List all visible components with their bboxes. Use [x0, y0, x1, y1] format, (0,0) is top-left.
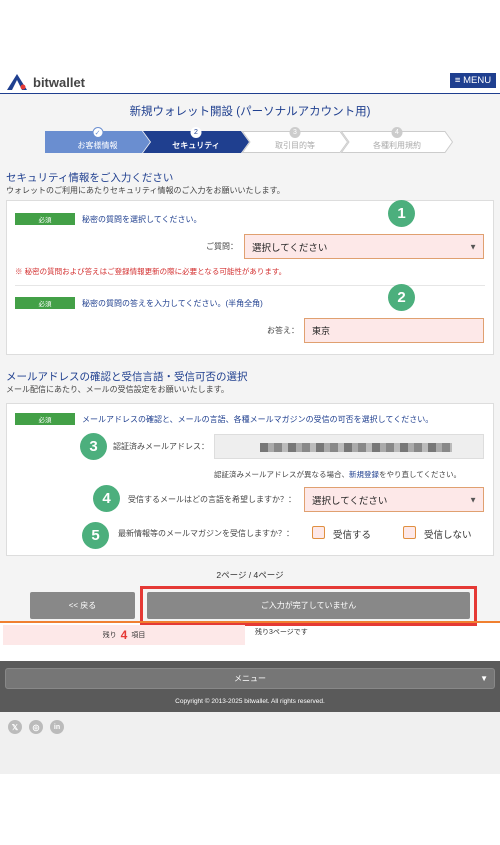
- step-label: 取引目的等: [275, 141, 315, 150]
- mail-language-value: 選択してください: [312, 495, 388, 507]
- step-4: 4 各種利用規約: [341, 127, 453, 153]
- logo[interactable]: bitwallet: [6, 72, 85, 92]
- email-note: 認証済みメールアドレスが異なる場合、新規登録をやり直してください。: [214, 469, 461, 480]
- annotation-marker-4: 4: [93, 485, 120, 512]
- secret-question-value: 選択してください: [252, 242, 328, 254]
- menu-button[interactable]: ≡ MENU: [450, 73, 496, 88]
- mail-section-title: メールアドレスの確認と受信言語・受信可否の選択: [6, 371, 248, 383]
- required-badge: 必須: [15, 213, 75, 225]
- re-register-link[interactable]: 新規登録: [349, 470, 379, 479]
- step-number: 2: [190, 127, 202, 138]
- submit-button[interactable]: ご入力が完了していません: [147, 592, 470, 619]
- back-button[interactable]: << 戻る: [30, 592, 135, 619]
- newsletter-no-label[interactable]: 受信しない: [424, 527, 472, 541]
- header-top-blank: [0, 0, 500, 70]
- annotation-marker-3: 3: [80, 433, 107, 460]
- annotation-marker-1: 1: [388, 200, 415, 227]
- step-check-icon: ✓: [92, 127, 103, 138]
- instagram-icon[interactable]: ◎: [29, 720, 43, 734]
- footer-menu-select[interactable]: メニュー ▼: [5, 668, 495, 689]
- copyright: Copyright © 2013-2025 bitwallet. All rig…: [175, 698, 325, 705]
- logo-text: bitwallet: [33, 74, 86, 90]
- progress-steps: ✓ お客様情報 2 セキュリティ 3 取引目的等 4 各種利用規約: [45, 127, 455, 153]
- x-twitter-icon[interactable]: 𝕏: [8, 720, 22, 734]
- step-number: 4: [391, 127, 403, 138]
- mail-language-select[interactable]: 選択してください ▼: [304, 487, 484, 512]
- pagination: 2ページ / 4ページ: [216, 570, 284, 580]
- step-number: 3: [289, 127, 301, 138]
- remaining-post: 項目: [131, 632, 146, 639]
- progress-divider: [0, 621, 500, 623]
- linkedin-icon[interactable]: in: [50, 720, 64, 734]
- step-1: ✓ お客様情報: [45, 127, 150, 153]
- question-label: ご質問：: [206, 242, 238, 251]
- step-label: セキュリティ: [172, 141, 220, 150]
- email-blurred-value: [260, 443, 452, 452]
- social-area: [0, 712, 500, 774]
- newsletter-yes-checkbox[interactable]: [312, 526, 325, 539]
- footer-menu-label: メニュー: [234, 674, 266, 683]
- required-badge: 必須: [15, 297, 75, 309]
- question-select-prompt: 秘密の質問を選択してください。: [82, 215, 202, 224]
- email-note-text-end: をやり直してください。: [379, 470, 462, 479]
- step-label: 各種利用規約: [373, 141, 421, 150]
- mail-language-label: 受信するメールはどの言語を希望しますか？：: [128, 495, 296, 504]
- security-section-desc: ウォレットのご利用にあたりセキュリティ情報のご入力をお願いいたします。: [6, 186, 285, 195]
- chevron-down-icon: ▼: [480, 674, 488, 683]
- required-badge: 必須: [15, 413, 75, 425]
- divider: [15, 285, 485, 286]
- newsletter-yes-label[interactable]: 受信する: [333, 527, 371, 541]
- mail-settings-prompt: メールアドレスの確認と、メールの言語、各種メールマガジンの受信の可否を選択してく…: [82, 415, 434, 424]
- mail-section-desc: メール配信にあたり、メールの受信設定をお願いいたします。: [6, 385, 229, 394]
- annotation-marker-5: 5: [82, 522, 109, 549]
- remaining-items: 残り 4 項目: [3, 625, 245, 645]
- verified-email-label: 認証済みメールアドレス：: [113, 442, 209, 451]
- security-section-title: セキュリティ情報をご入力ください: [6, 172, 174, 184]
- step-2: 2 セキュリティ: [143, 127, 249, 153]
- secret-question-select[interactable]: 選択してください ▼: [244, 234, 484, 259]
- remaining-pages: 残り3ページです: [255, 629, 308, 636]
- remaining-count: 4: [120, 628, 128, 642]
- answer-input-prompt: 秘密の質問の答えを入力してください。(半角全角): [82, 299, 263, 308]
- newsletter-no-checkbox[interactable]: [403, 526, 416, 539]
- verified-email-field: [214, 434, 484, 459]
- chevron-down-icon: ▼: [469, 242, 477, 251]
- step-label: お客様情報: [77, 141, 118, 150]
- chevron-down-icon: ▼: [469, 495, 477, 504]
- email-note-text: 認証済みメールアドレスが異なる場合、: [214, 470, 349, 479]
- page-title: 新規ウォレット開設 (パーソナルアカウント用): [129, 106, 371, 118]
- annotation-marker-2: 2: [388, 284, 415, 311]
- step-3: 3 取引目的等: [242, 127, 348, 153]
- answer-label: お答え：: [267, 326, 299, 335]
- secret-answer-input[interactable]: 東京: [304, 318, 484, 343]
- secret-question-warning: ※ 秘密の質問および答えはご登録情報更新の際に必要となる可能性があります。: [15, 267, 287, 276]
- remaining-pre: 残り: [102, 632, 117, 639]
- bitwallet-logo-icon: [7, 74, 27, 90]
- newsletter-label: 最新情報等のメールマガジンを受信しますか？：: [118, 529, 294, 538]
